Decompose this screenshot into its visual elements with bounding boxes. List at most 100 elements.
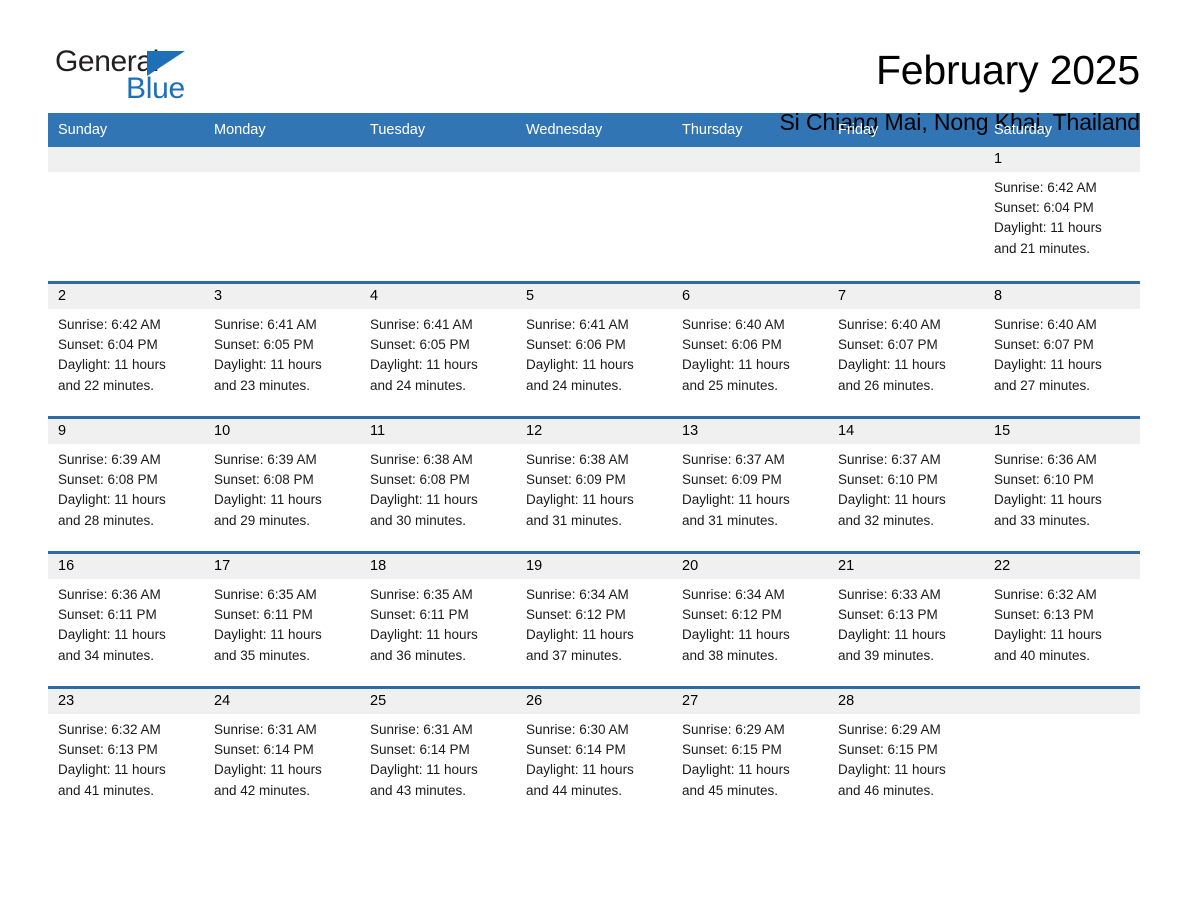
day-cell[interactable]: 12 Sunrise: 6:38 AM Sunset: 6:09 PM Dayl… [516, 419, 672, 551]
daylight-text-line2: and 27 minutes. [994, 377, 1091, 393]
weekday-header-sunday: Sunday [58, 122, 108, 138]
daylight-text-line2: and 26 minutes. [838, 377, 935, 393]
day-number-band: 16 [48, 554, 204, 579]
sunset-text: Sunset: 6:14 PM [214, 742, 314, 758]
sunset-text: Sunset: 6:09 PM [682, 472, 782, 488]
sunset-text: Sunset: 6:13 PM [58, 742, 158, 758]
day-cell[interactable]: 16 Sunrise: 6:36 AM Sunset: 6:11 PM Dayl… [48, 554, 204, 686]
day-number-band [672, 147, 828, 172]
sunset-text: Sunset: 6:08 PM [214, 472, 314, 488]
day-cell[interactable] [828, 147, 984, 281]
day-details: Sunrise: 6:41 AM Sunset: 6:05 PM Dayligh… [360, 309, 516, 396]
sunrise-text: Sunrise: 6:31 AM [370, 722, 473, 737]
day-cell[interactable]: 14 Sunrise: 6:37 AM Sunset: 6:10 PM Dayl… [828, 419, 984, 551]
day-details [204, 172, 360, 178]
daylight-text-line2: and 29 minutes. [214, 512, 311, 528]
sunrise-text: Sunrise: 6:30 AM [526, 722, 629, 737]
daylight-text-line2: and 36 minutes. [370, 647, 467, 663]
day-details [984, 714, 1140, 720]
day-cell[interactable]: 13 Sunrise: 6:37 AM Sunset: 6:09 PM Dayl… [672, 419, 828, 551]
day-cell[interactable]: 23 Sunrise: 6:32 AM Sunset: 6:13 PM Dayl… [48, 689, 204, 817]
day-number-band: 18 [360, 554, 516, 579]
day-number: 28 [838, 693, 855, 709]
daylight-text-line2: and 38 minutes. [682, 647, 779, 663]
daylight-text-line2: and 24 minutes. [526, 377, 623, 393]
day-number: 16 [58, 558, 75, 574]
day-cell[interactable]: 9 Sunrise: 6:39 AM Sunset: 6:08 PM Dayli… [48, 419, 204, 551]
daylight-text-line1: Daylight: 11 hours [370, 357, 478, 373]
day-cell[interactable]: 18 Sunrise: 6:35 AM Sunset: 6:11 PM Dayl… [360, 554, 516, 686]
day-cell[interactable]: 8 Sunrise: 6:40 AM Sunset: 6:07 PM Dayli… [984, 284, 1140, 416]
day-cell[interactable]: 28 Sunrise: 6:29 AM Sunset: 6:15 PM Dayl… [828, 689, 984, 817]
daylight-text-line2: and 35 minutes. [214, 647, 311, 663]
day-cell[interactable]: 1 Sunrise: 6:42 AM Sunset: 6:04 PM Dayli… [984, 147, 1140, 281]
day-number-band: 21 [828, 554, 984, 579]
day-cell[interactable]: 27 Sunrise: 6:29 AM Sunset: 6:15 PM Dayl… [672, 689, 828, 817]
day-cell[interactable]: 20 Sunrise: 6:34 AM Sunset: 6:12 PM Dayl… [672, 554, 828, 686]
day-number: 7 [838, 288, 847, 304]
sunrise-text: Sunrise: 6:34 AM [526, 587, 629, 602]
daylight-text-line2: and 43 minutes. [370, 782, 467, 798]
sunrise-text: Sunrise: 6:31 AM [214, 722, 317, 737]
day-cell[interactable]: 21 Sunrise: 6:33 AM Sunset: 6:13 PM Dayl… [828, 554, 984, 686]
day-number-band: 10 [204, 419, 360, 444]
day-number: 1 [994, 151, 1003, 167]
day-cell[interactable]: 10 Sunrise: 6:39 AM Sunset: 6:08 PM Dayl… [204, 419, 360, 551]
day-cell[interactable] [48, 147, 204, 281]
day-cell[interactable]: 5 Sunrise: 6:41 AM Sunset: 6:06 PM Dayli… [516, 284, 672, 416]
day-details [360, 172, 516, 178]
day-cell[interactable]: 4 Sunrise: 6:41 AM Sunset: 6:05 PM Dayli… [360, 284, 516, 416]
day-cell[interactable] [672, 147, 828, 281]
day-details: Sunrise: 6:30 AM Sunset: 6:14 PM Dayligh… [516, 714, 672, 801]
daylight-text-line2: and 30 minutes. [370, 512, 467, 528]
day-number-band [48, 147, 204, 172]
daylight-text-line1: Daylight: 11 hours [58, 762, 166, 778]
day-details: Sunrise: 6:31 AM Sunset: 6:14 PM Dayligh… [360, 714, 516, 801]
daylight-text-line2: and 37 minutes. [526, 647, 623, 663]
day-cell[interactable] [360, 147, 516, 281]
page-title: February 2025 [875, 47, 1140, 93]
day-cell[interactable]: 15 Sunrise: 6:36 AM Sunset: 6:10 PM Dayl… [984, 419, 1140, 551]
day-cell[interactable]: 19 Sunrise: 6:34 AM Sunset: 6:12 PM Dayl… [516, 554, 672, 686]
day-number-band: 9 [48, 419, 204, 444]
sunrise-text: Sunrise: 6:37 AM [838, 452, 941, 467]
daylight-text-line1: Daylight: 11 hours [682, 762, 790, 778]
sunset-text: Sunset: 6:08 PM [370, 472, 470, 488]
sunset-text: Sunset: 6:05 PM [214, 337, 314, 353]
sunrise-text: Sunrise: 6:32 AM [58, 722, 161, 737]
calendar-week-row: 23 Sunrise: 6:32 AM Sunset: 6:13 PM Dayl… [48, 686, 1140, 817]
day-number-band: 17 [204, 554, 360, 579]
day-cell[interactable]: 25 Sunrise: 6:31 AM Sunset: 6:14 PM Dayl… [360, 689, 516, 817]
day-cell[interactable]: 22 Sunrise: 6:32 AM Sunset: 6:13 PM Dayl… [984, 554, 1140, 686]
day-cell[interactable] [204, 147, 360, 281]
day-cell[interactable]: 2 Sunrise: 6:42 AM Sunset: 6:04 PM Dayli… [48, 284, 204, 416]
daylight-text-line2: and 45 minutes. [682, 782, 779, 798]
day-cell[interactable]: 17 Sunrise: 6:35 AM Sunset: 6:11 PM Dayl… [204, 554, 360, 686]
daylight-text-line1: Daylight: 11 hours [838, 627, 946, 643]
daylight-text-line2: and 32 minutes. [838, 512, 935, 528]
day-cell[interactable]: 3 Sunrise: 6:41 AM Sunset: 6:05 PM Dayli… [204, 284, 360, 416]
sunset-text: Sunset: 6:09 PM [526, 472, 626, 488]
day-details: Sunrise: 6:33 AM Sunset: 6:13 PM Dayligh… [828, 579, 984, 666]
day-cell[interactable]: 11 Sunrise: 6:38 AM Sunset: 6:08 PM Dayl… [360, 419, 516, 551]
day-details: Sunrise: 6:29 AM Sunset: 6:15 PM Dayligh… [828, 714, 984, 801]
day-number: 12 [526, 423, 543, 439]
general-blue-logo[interactable]: General Blue [48, 44, 198, 112]
sunrise-text: Sunrise: 6:40 AM [994, 317, 1097, 332]
day-details: Sunrise: 6:41 AM Sunset: 6:05 PM Dayligh… [204, 309, 360, 396]
day-details: Sunrise: 6:35 AM Sunset: 6:11 PM Dayligh… [204, 579, 360, 666]
sunset-text: Sunset: 6:15 PM [838, 742, 938, 758]
daylight-text-line1: Daylight: 11 hours [370, 627, 478, 643]
day-number: 22 [994, 558, 1011, 574]
day-details: Sunrise: 6:31 AM Sunset: 6:14 PM Dayligh… [204, 714, 360, 801]
day-cell[interactable] [984, 689, 1140, 817]
sunrise-text: Sunrise: 6:41 AM [370, 317, 473, 332]
day-number-band [360, 147, 516, 172]
day-number: 26 [526, 693, 543, 709]
day-cell[interactable]: 6 Sunrise: 6:40 AM Sunset: 6:06 PM Dayli… [672, 284, 828, 416]
daylight-text-line1: Daylight: 11 hours [682, 492, 790, 508]
day-cell[interactable]: 26 Sunrise: 6:30 AM Sunset: 6:14 PM Dayl… [516, 689, 672, 817]
day-cell[interactable] [516, 147, 672, 281]
day-cell[interactable]: 24 Sunrise: 6:31 AM Sunset: 6:14 PM Dayl… [204, 689, 360, 817]
day-cell[interactable]: 7 Sunrise: 6:40 AM Sunset: 6:07 PM Dayli… [828, 284, 984, 416]
